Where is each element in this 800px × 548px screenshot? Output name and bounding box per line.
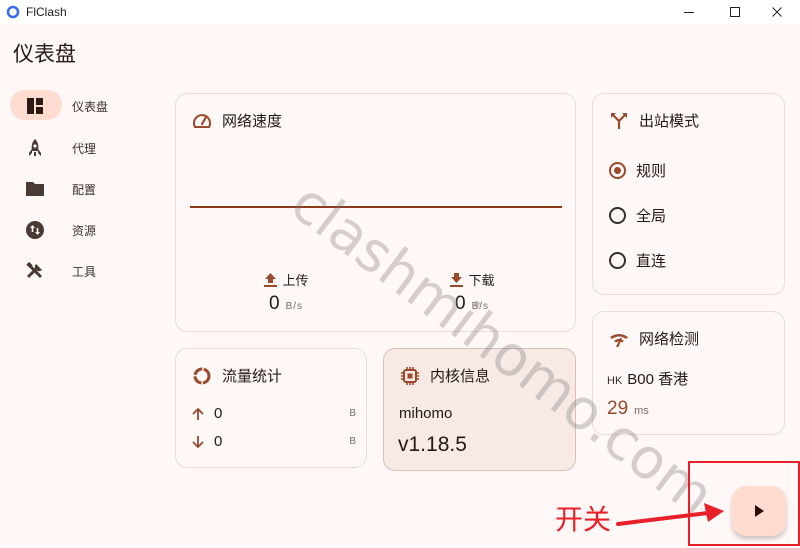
traffic-download-unit: B xyxy=(349,436,356,447)
swap-vert-circle-icon xyxy=(26,221,44,239)
card-header: 网络检测 xyxy=(609,328,699,349)
card-header: 内核信息 xyxy=(400,365,490,386)
outbound-mode-card: 出站模式 规则 全局 直连 xyxy=(592,93,785,295)
card-title: 出站模式 xyxy=(639,113,700,130)
sidebar-item-label: 仪表盘 xyxy=(72,100,109,114)
call-split-icon xyxy=(611,112,627,129)
download-unit: B/s xyxy=(471,301,490,312)
arrow-up-icon xyxy=(192,407,204,420)
sidebar-item-config[interactable]: 配置 xyxy=(10,173,150,205)
close-button[interactable] xyxy=(754,0,800,24)
radio-label: 规则 xyxy=(636,163,667,180)
start-toggle-button[interactable] xyxy=(732,486,786,536)
core-version: v1.18.5 xyxy=(398,433,467,456)
radio-unchecked[interactable] xyxy=(609,252,626,269)
sidebar-item-label: 代理 xyxy=(72,142,97,156)
app-logo-icon xyxy=(6,5,20,19)
arrow-down-icon xyxy=(192,435,204,448)
download-label: 下载 xyxy=(468,273,495,288)
mode-option-rule[interactable]: 规则 xyxy=(609,160,666,181)
speed-chart-line xyxy=(190,206,562,208)
card-title: 内核信息 xyxy=(430,368,491,385)
title-bar: FlClash xyxy=(0,0,800,24)
radio-unchecked[interactable] xyxy=(609,207,626,224)
download-icon xyxy=(450,272,464,287)
traffic-download-value: 0 xyxy=(214,433,223,450)
upload-value: 0 xyxy=(268,293,280,314)
dashboard-icon xyxy=(27,98,43,114)
traffic-upload-value: 0 xyxy=(214,405,223,422)
speedometer-icon xyxy=(193,113,211,128)
donut-icon xyxy=(193,367,211,384)
node-info: HK B00 香港 xyxy=(607,368,688,389)
app-title: FlClash xyxy=(26,5,67,19)
delay-unit: ms xyxy=(634,405,649,417)
sidebar-item-tools[interactable]: 工具 xyxy=(10,255,150,287)
radio-label: 全局 xyxy=(636,208,667,225)
delay-value: 29 xyxy=(607,398,629,419)
rocket-icon xyxy=(29,139,41,156)
delay-info: 29 ms xyxy=(607,398,649,420)
traffic-upload-row: 0 B xyxy=(190,405,356,422)
sidebar-item-label: 工具 xyxy=(72,265,97,279)
maximize-icon xyxy=(730,7,740,17)
chip-icon xyxy=(401,366,419,385)
sidebar-item-resources[interactable]: 资源 xyxy=(10,214,150,246)
traffic-stats-card: 流量统计 0 B 0 B xyxy=(175,348,367,468)
sidebar-item-proxy[interactable]: 代理 xyxy=(10,132,150,164)
sidebar-item-label: 配置 xyxy=(72,183,97,197)
annotation-label: 开关 xyxy=(555,504,612,535)
upload-speed: 上传 0 B/s xyxy=(236,270,336,315)
play-icon xyxy=(755,505,764,517)
card-title: 流量统计 xyxy=(222,368,283,385)
download-value: 0 xyxy=(454,293,466,314)
close-icon xyxy=(772,7,782,17)
minimize-icon xyxy=(684,12,694,13)
page-title: 仪表盘 xyxy=(13,43,76,66)
sidebar-item-dashboard[interactable]: 仪表盘 xyxy=(10,90,150,122)
upload-icon xyxy=(264,272,278,287)
core-info-card[interactable]: 内核信息 mihomo v1.18.5 xyxy=(383,348,576,471)
card-title: 网络检测 xyxy=(639,331,700,348)
country-code: HK xyxy=(607,375,623,387)
mode-option-direct[interactable]: 直连 xyxy=(609,250,666,271)
card-header: 网络速度 xyxy=(192,110,282,131)
sidebar-item-label: 资源 xyxy=(72,224,97,238)
traffic-upload-unit: B xyxy=(349,408,356,419)
card-header: 出站模式 xyxy=(609,110,699,131)
folder-icon xyxy=(26,182,44,196)
card-title: 网络速度 xyxy=(222,113,283,130)
wifi-icon xyxy=(610,333,628,347)
traffic-download-row: 0 B xyxy=(190,433,356,450)
radio-checked[interactable] xyxy=(609,162,626,179)
download-speed: 下载 0 B/s xyxy=(422,270,522,315)
upload-unit: B/s xyxy=(285,301,304,312)
core-name: mihomo xyxy=(399,405,453,422)
minimize-button[interactable] xyxy=(666,0,712,24)
annotation-arrow-icon xyxy=(616,503,724,526)
tools-icon xyxy=(26,261,43,279)
network-check-card[interactable]: 网络检测 HK B00 香港 29 ms xyxy=(592,311,785,435)
mode-option-global[interactable]: 全局 xyxy=(609,205,666,226)
network-speed-card: 网络速度 上传 0 B/s 下载 0 B/s xyxy=(175,93,576,332)
node-name: B00 香港 xyxy=(627,371,689,388)
card-header: 流量统计 xyxy=(192,365,282,386)
maximize-button[interactable] xyxy=(712,0,758,24)
radio-label: 直连 xyxy=(636,253,667,270)
upload-label: 上传 xyxy=(282,273,309,288)
